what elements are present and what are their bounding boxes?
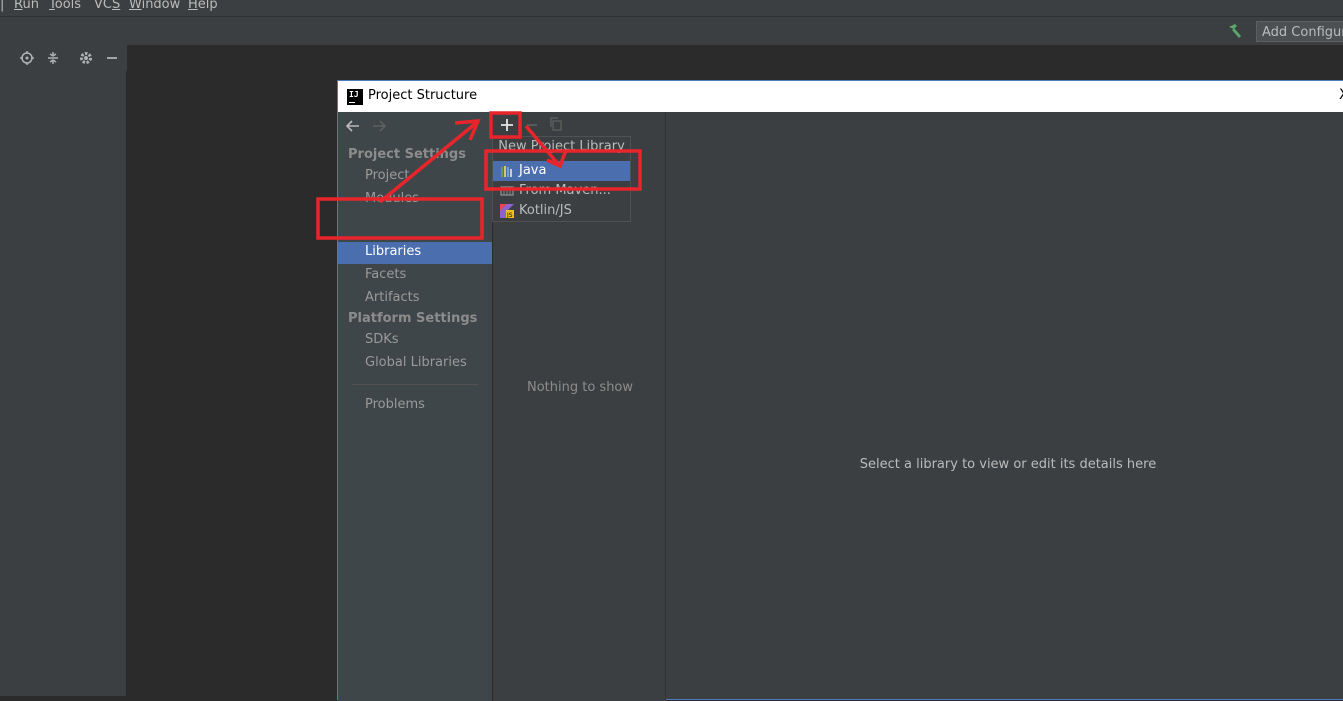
details-placeholder-text: Select a library to view or edit its det… [859, 457, 1157, 472]
main-toolbar: Add Configura [0, 16, 1343, 46]
intellij-logo-icon: IJ [347, 89, 363, 105]
kotlin-js-icon: JS [500, 204, 514, 218]
nav-section-platform-settings: Platform Settings [348, 311, 478, 326]
settings-nav: Project Settings Project Modules Librari… [338, 112, 492, 701]
project-tool-header [0, 45, 127, 71]
nav-item-global-libraries[interactable]: Global Libraries [365, 355, 467, 370]
remove-icon[interactable] [525, 118, 539, 132]
dialog-title: Project Structure [368, 88, 478, 103]
maven-icon [500, 186, 514, 196]
popup-item-label: Kotlin/JS [519, 203, 572, 218]
popup-item-from-maven[interactable]: From Maven... [493, 181, 630, 201]
menu-bar: | Run Tools VCS Window Help [0, 0, 1343, 16]
new-library-popup: New Project Library Java From Maven... J… [492, 136, 631, 222]
dialog-title-bar: IJ Project Structure X [338, 81, 1343, 112]
forward-arrow-icon[interactable] [372, 120, 386, 132]
menu-run[interactable]: Run [14, 0, 39, 12]
popup-title: New Project Library [498, 139, 625, 154]
back-arrow-icon[interactable] [346, 120, 360, 132]
copy-icon[interactable] [549, 117, 563, 131]
menu-help[interactable]: Help [188, 0, 218, 12]
collapse-icon[interactable] [45, 50, 61, 66]
nav-divider [352, 384, 478, 385]
minimize-icon[interactable] [104, 50, 120, 66]
popup-item-java[interactable]: Java [493, 161, 630, 181]
add-configuration-button[interactable]: Add Configura [1256, 21, 1343, 42]
popup-item-kotlin-js[interactable]: JS Kotlin/JS [493, 201, 630, 221]
svg-text:JS: JS [506, 212, 513, 218]
menu-window[interactable]: Window [129, 0, 180, 12]
empty-list-text: Nothing to show [526, 380, 634, 395]
gear-icon[interactable] [78, 50, 94, 66]
popup-item-label: Java [519, 163, 547, 178]
project-tool-window [0, 71, 127, 696]
build-hammer-icon[interactable] [1226, 22, 1244, 40]
nav-item-sdks[interactable]: SDKs [365, 332, 399, 347]
add-icon[interactable] [500, 118, 514, 132]
java-library-icon [501, 166, 512, 177]
popup-item-label: From Maven... [519, 183, 611, 198]
crosshair-icon[interactable] [19, 50, 35, 66]
nav-item-problems[interactable]: Problems [365, 397, 425, 412]
nav-item-facets[interactable]: Facets [365, 267, 406, 282]
nav-section-project-settings: Project Settings [348, 147, 466, 162]
nav-item-artifacts[interactable]: Artifacts [365, 290, 420, 305]
menu-tools[interactable]: Tools [49, 0, 81, 12]
nav-item-project[interactable]: Project [365, 168, 409, 183]
menu-vcs[interactable]: VCS [94, 0, 120, 12]
nav-item-modules[interactable]: Modules [365, 191, 419, 206]
project-structure-dialog: IJ Project Structure X Project Settings … [337, 80, 1343, 701]
menu-fragment: | [0, 0, 5, 12]
close-icon[interactable]: X [1339, 87, 1343, 103]
nav-item-libraries[interactable]: Libraries [365, 244, 421, 259]
